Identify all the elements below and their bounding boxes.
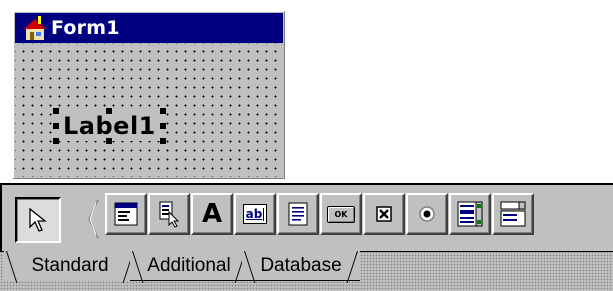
tab-database-label: Database — [260, 254, 342, 276]
tab-database[interactable]: Database — [242, 251, 360, 283]
resize-handle-top-right[interactable] — [159, 108, 166, 114]
resize-handle-left[interactable] — [53, 123, 59, 129]
resize-handle-bottom-right[interactable] — [159, 138, 166, 144]
radiobutton-tool-button[interactable] — [406, 193, 448, 235]
resize-handle-bottom[interactable] — [106, 138, 113, 144]
mainmenu-icon — [114, 202, 138, 226]
palette-scroll-left-button[interactable] — [87, 199, 99, 239]
radiobutton-icon — [419, 206, 435, 222]
button-tool-button[interactable]: OK — [320, 193, 362, 235]
design-surface[interactable]: Label1 — [15, 43, 283, 177]
memo-tool-button[interactable] — [277, 193, 319, 235]
edit-ab-icon: ab — [242, 204, 268, 224]
listbox-icon — [457, 201, 483, 227]
component-palette: A ab OK Standard Additional Database — [0, 183, 613, 291]
combobox-tool-button[interactable] — [492, 193, 534, 235]
popupmenu-icon — [159, 201, 180, 228]
edit-ab-glyph: ab — [245, 207, 263, 221]
edit-caret-icon — [263, 207, 265, 221]
form-app-icon — [24, 16, 46, 40]
checkbox-tool-button[interactable] — [363, 193, 405, 235]
tab-additional[interactable]: Additional — [130, 251, 248, 283]
button-ok-icon: OK — [327, 205, 355, 223]
label-tool-button[interactable]: A — [191, 193, 233, 235]
mainmenu-tool-button[interactable] — [105, 193, 147, 235]
tab-edge-left — [132, 251, 144, 283]
tab-additional-label: Additional — [147, 254, 231, 276]
label-a-icon: A — [201, 199, 223, 229]
resize-handle-bottom-left[interactable] — [53, 138, 59, 144]
tab-edge-left — [244, 251, 256, 283]
resize-handle-right[interactable] — [159, 123, 166, 129]
form-title: Form1 — [51, 17, 120, 39]
palette-top-border — [0, 183, 613, 185]
pointer-tool-button[interactable] — [15, 197, 61, 243]
checkbox-icon — [376, 206, 392, 222]
tab-edge-right — [346, 251, 358, 283]
pointer-arrow-icon — [29, 207, 47, 232]
combobox-icon — [500, 201, 526, 227]
form-window[interactable]: Form1 Label1 — [13, 11, 285, 179]
button-ok-glyph: OK — [334, 209, 348, 219]
listbox-tool-button[interactable] — [449, 193, 491, 235]
popupmenu-tool-button[interactable] — [148, 193, 190, 235]
label1-caption: Label1 — [63, 112, 156, 140]
memo-icon — [288, 202, 308, 226]
tab-standard[interactable]: Standard — [4, 251, 136, 283]
resize-handle-top[interactable] — [106, 108, 113, 114]
tab-edge-left — [6, 251, 18, 283]
selected-label-component[interactable]: Label1 — [53, 108, 166, 144]
palette-tab-strip: Standard Additional Database — [0, 251, 613, 291]
form-title-bar[interactable]: Form1 — [15, 13, 283, 43]
tab-standard-label: Standard — [31, 255, 109, 276]
resize-handle-top-left[interactable] — [53, 108, 59, 114]
edit-tool-button[interactable]: ab — [234, 193, 276, 235]
